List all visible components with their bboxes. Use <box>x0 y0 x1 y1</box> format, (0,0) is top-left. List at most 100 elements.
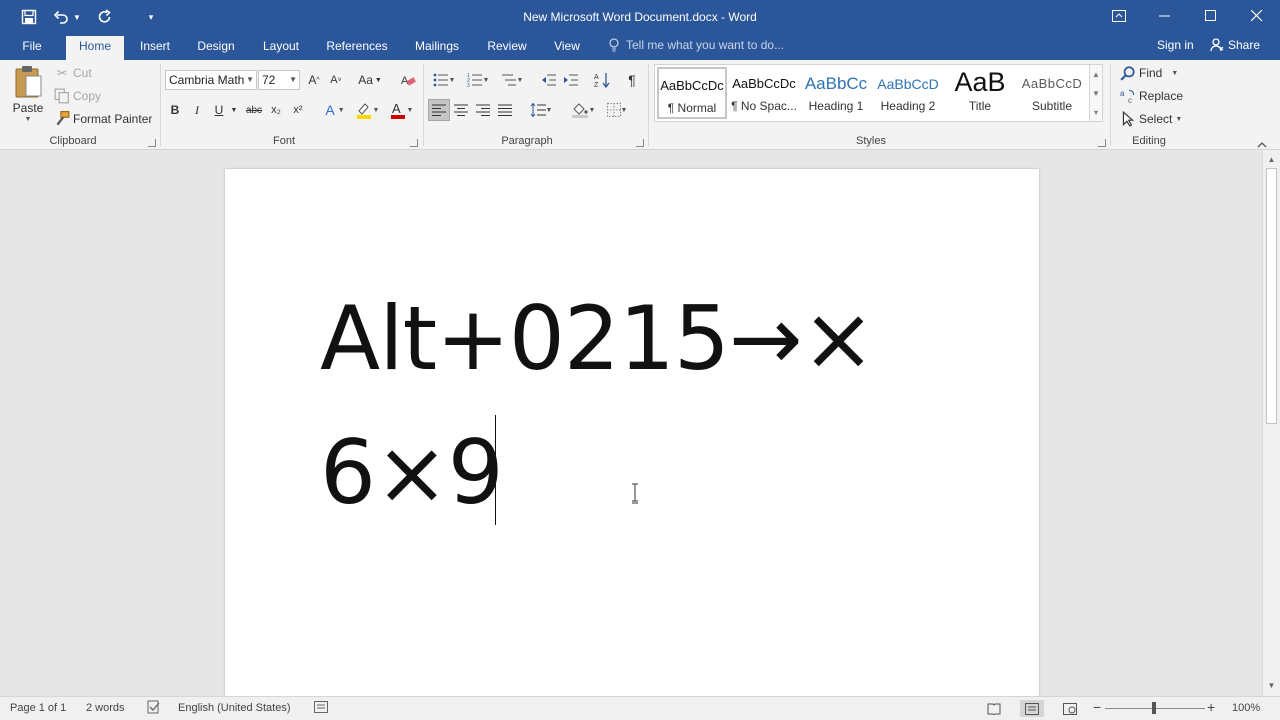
scroll-thumb[interactable] <box>1266 168 1277 424</box>
cut-button[interactable]: ✂ Cut <box>54 65 92 81</box>
show-hide-button[interactable]: ¶ <box>621 69 643 91</box>
paragraph-dialog-launcher-icon[interactable] <box>636 139 644 147</box>
italic-button[interactable]: I <box>186 99 208 121</box>
select-button[interactable]: Select ▼ <box>1120 111 1182 127</box>
web-layout-button[interactable] <box>1058 700 1082 717</box>
decrease-indent-button[interactable] <box>538 69 560 91</box>
page-count[interactable]: Page 1 of 1 <box>10 702 66 714</box>
format-painter-button[interactable]: Format Painter <box>54 111 152 127</box>
chevron-down-icon: ▼ <box>246 75 254 84</box>
maximize-icon <box>1205 10 1216 21</box>
separator <box>1110 64 1111 146</box>
document-line-2[interactable]: 6×9 <box>320 421 504 524</box>
paragraph-group-label: Paragraph <box>501 135 553 147</box>
vertical-scrollbar[interactable]: ▲ ▼ <box>1262 150 1280 696</box>
numbering-button[interactable]: 123 ▼ <box>462 69 494 91</box>
zoom-out-button[interactable]: − <box>1093 699 1101 715</box>
proofing-status-icon[interactable] <box>147 700 161 717</box>
zoom-level[interactable]: 100% <box>1232 702 1260 714</box>
sort-button[interactable]: AZ <box>591 69 613 91</box>
tab-view[interactable]: View <box>548 36 586 60</box>
zoom-in-button[interactable]: + <box>1207 699 1215 715</box>
document-page[interactable]: Alt+0215→× 6×9 <box>225 169 1039 696</box>
print-layout-button[interactable] <box>1020 700 1044 717</box>
font-dialog-launcher-icon[interactable] <box>410 139 418 147</box>
subscript-button[interactable]: x₂ <box>265 99 287 121</box>
style-title[interactable]: AaB Title <box>945 67 1015 119</box>
font-color-button[interactable]: A ▼ <box>386 99 416 121</box>
superscript-button[interactable]: x² <box>287 99 309 121</box>
tab-file[interactable]: File <box>14 36 50 60</box>
ribbon-display-options-button[interactable] <box>1096 0 1142 32</box>
tab-references[interactable]: References <box>322 36 392 60</box>
copy-button[interactable]: Copy <box>54 88 101 104</box>
line-spacing-button[interactable]: ▼ <box>526 99 556 121</box>
document-line-1[interactable]: Alt+0215→× <box>320 287 875 390</box>
tab-insert[interactable]: Insert <box>134 36 176 60</box>
bold-button[interactable]: B <box>164 99 186 121</box>
eraser-icon: A <box>401 75 416 87</box>
sign-in-link[interactable]: Sign in <box>1157 38 1194 52</box>
bullets-button[interactable]: ▼ <box>428 69 460 91</box>
share-button[interactable]: Share <box>1210 38 1260 52</box>
word-count[interactable]: 2 words <box>86 702 125 714</box>
lightbulb-icon <box>609 38 619 52</box>
clipboard-dialog-launcher-icon[interactable] <box>148 139 156 147</box>
justify-button[interactable] <box>494 99 516 121</box>
minimize-button[interactable] <box>1142 0 1188 32</box>
strikethrough-button[interactable]: abc <box>243 99 265 121</box>
borders-button[interactable]: ▼ <box>602 99 632 121</box>
maximize-button[interactable] <box>1188 0 1234 32</box>
style-normal[interactable]: AaBbCcDc ¶ Normal <box>657 67 727 119</box>
shrink-font-button[interactable]: A ˅ <box>325 69 347 91</box>
clear-formatting-button[interactable]: A <box>397 69 419 91</box>
scroll-up-icon[interactable]: ▲ <box>1263 152 1280 168</box>
find-button[interactable]: Find ▼ <box>1120 65 1178 81</box>
align-center-button[interactable] <box>450 99 472 121</box>
multilevel-list-button[interactable]: ▼ <box>496 69 528 91</box>
paint-bucket-icon <box>571 103 588 118</box>
underline-button[interactable]: U <box>208 99 230 121</box>
align-left-button[interactable] <box>428 99 450 121</box>
collapse-ribbon-button[interactable] <box>1257 138 1269 148</box>
highlight-button[interactable]: ▼ <box>352 99 382 121</box>
tell-me-box[interactable]: Tell me what you want to do... <box>608 38 784 52</box>
editing-group-label: Editing <box>1132 135 1166 147</box>
tab-design[interactable]: Design <box>192 36 240 60</box>
tab-home[interactable]: Home <box>66 36 124 60</box>
document-area[interactable]: Alt+0215→× 6×9 <box>0 150 1262 696</box>
underline-dropdown[interactable]: ▼ <box>228 99 240 121</box>
read-mode-button[interactable] <box>982 700 1006 717</box>
replace-button[interactable]: ac Replace <box>1120 88 1183 104</box>
shading-button[interactable]: ▼ <box>568 99 598 121</box>
style-heading-2[interactable]: AaBbCcD Heading 2 <box>873 67 943 119</box>
subscript-icon: x₂ <box>271 104 281 116</box>
copy-label: Copy <box>73 89 102 103</box>
font-name-box[interactable]: Cambria Math ▼ <box>165 70 257 90</box>
close-button[interactable] <box>1234 0 1280 32</box>
language-status[interactable]: English (United States) <box>178 702 291 714</box>
gallery-up-button[interactable]: ▲ <box>1090 65 1102 84</box>
align-right-button[interactable] <box>472 99 494 121</box>
grow-font-button[interactable]: A ^ <box>303 69 325 91</box>
gallery-more-button[interactable]: ▾ <box>1090 103 1102 122</box>
style-no-spacing[interactable]: AaBbCcDc ¶ No Spac... <box>729 67 799 119</box>
font-size-box[interactable]: 72 ▼ <box>258 70 300 90</box>
change-case-button[interactable]: Aa ▼ <box>355 69 385 91</box>
paste-button[interactable]: Paste ▼ <box>12 64 44 123</box>
tab-layout[interactable]: Layout <box>256 36 306 60</box>
styles-dialog-launcher-icon[interactable] <box>1098 139 1106 147</box>
scroll-down-icon[interactable]: ▼ <box>1263 678 1280 694</box>
svg-text:a: a <box>1120 89 1125 98</box>
style-heading-1[interactable]: AaBbCc Heading 1 <box>801 67 871 119</box>
paste-dropdown-icon[interactable]: ▼ <box>25 116 32 123</box>
text-effects-button[interactable]: A ▼ <box>320 99 350 121</box>
tab-mailings[interactable]: Mailings <box>408 36 466 60</box>
line-spacing-icon <box>530 103 546 117</box>
zoom-slider-thumb[interactable] <box>1152 702 1156 714</box>
style-subtitle[interactable]: AaBbCcD Subtitle <box>1017 67 1087 119</box>
increase-indent-button[interactable] <box>560 69 582 91</box>
macro-record-icon[interactable] <box>314 701 328 716</box>
tab-review[interactable]: Review <box>482 36 532 60</box>
gallery-down-button[interactable]: ▼ <box>1090 84 1102 103</box>
